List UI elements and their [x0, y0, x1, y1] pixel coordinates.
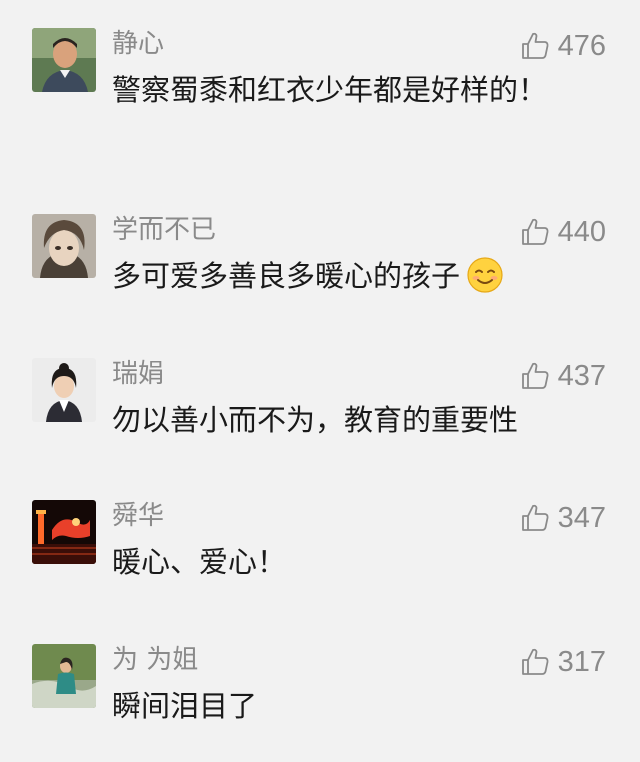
comment-item: 为 为姐 317 瞬间泪目了	[0, 644, 640, 724]
like-button[interactable]: 440	[520, 216, 606, 248]
commenter-name[interactable]: 静心	[112, 28, 164, 60]
like-button[interactable]: 437	[520, 360, 606, 392]
thumbs-up-icon	[521, 32, 549, 59]
commenter-name[interactable]: 瑞娟	[112, 358, 164, 390]
comment-text: 瞬间泪目了	[112, 689, 258, 723]
comment-item: 舜华 347 暖心、爱心！	[0, 500, 640, 580]
thumbs-up-icon	[521, 362, 549, 389]
like-count: 437	[557, 360, 606, 392]
comment-text-content: 多可爱多善良多暖心的孩子	[112, 259, 461, 293]
like-button[interactable]: 347	[520, 502, 606, 534]
outdoor-woman-avatar	[32, 644, 96, 708]
avatar[interactable]	[32, 214, 96, 278]
commenter-name[interactable]: 学而不已	[112, 214, 216, 246]
woman-portrait-avatar	[32, 358, 96, 422]
thumbs-up-icon	[521, 218, 549, 245]
comment-text: 暖心、爱心！	[112, 545, 287, 579]
avatar[interactable]	[32, 28, 96, 92]
comment-text: 警察蜀黍和红衣少年都是好样的！	[112, 73, 548, 107]
like-count: 476	[557, 30, 606, 62]
comment-item: 瑞娟 437 勿以善小而不为，教育的重要性	[0, 358, 640, 438]
night-lanterns-avatar	[32, 500, 96, 564]
commenter-name[interactable]: 为 为姐	[112, 644, 198, 676]
anime-boy-avatar	[32, 214, 96, 278]
thumbs-up-icon	[521, 504, 549, 531]
smiling-face-emoji	[466, 256, 504, 294]
comment-text: 多可爱多善良多暖心的孩子	[112, 254, 552, 298]
like-count: 440	[557, 216, 606, 248]
avatar[interactable]	[32, 358, 96, 422]
comment-text: 勿以善小而不为，教育的重要性	[112, 403, 519, 437]
like-count: 347	[557, 502, 606, 534]
like-button[interactable]: 317	[520, 646, 606, 678]
comment-item: 学而不已 440 多可爱多善良多暖心的孩子	[0, 214, 640, 294]
smiling-face-icon	[467, 257, 503, 293]
thumbs-up-icon	[521, 648, 549, 675]
man-portrait-avatar	[32, 28, 96, 92]
avatar[interactable]	[32, 500, 96, 564]
commenter-name[interactable]: 舜华	[112, 500, 164, 532]
avatar[interactable]	[32, 644, 96, 708]
like-button[interactable]: 476	[520, 30, 606, 62]
like-count: 317	[557, 646, 606, 678]
comment-item: 静心 476 警察蜀黍和红衣少年都是好样的！	[0, 28, 640, 168]
